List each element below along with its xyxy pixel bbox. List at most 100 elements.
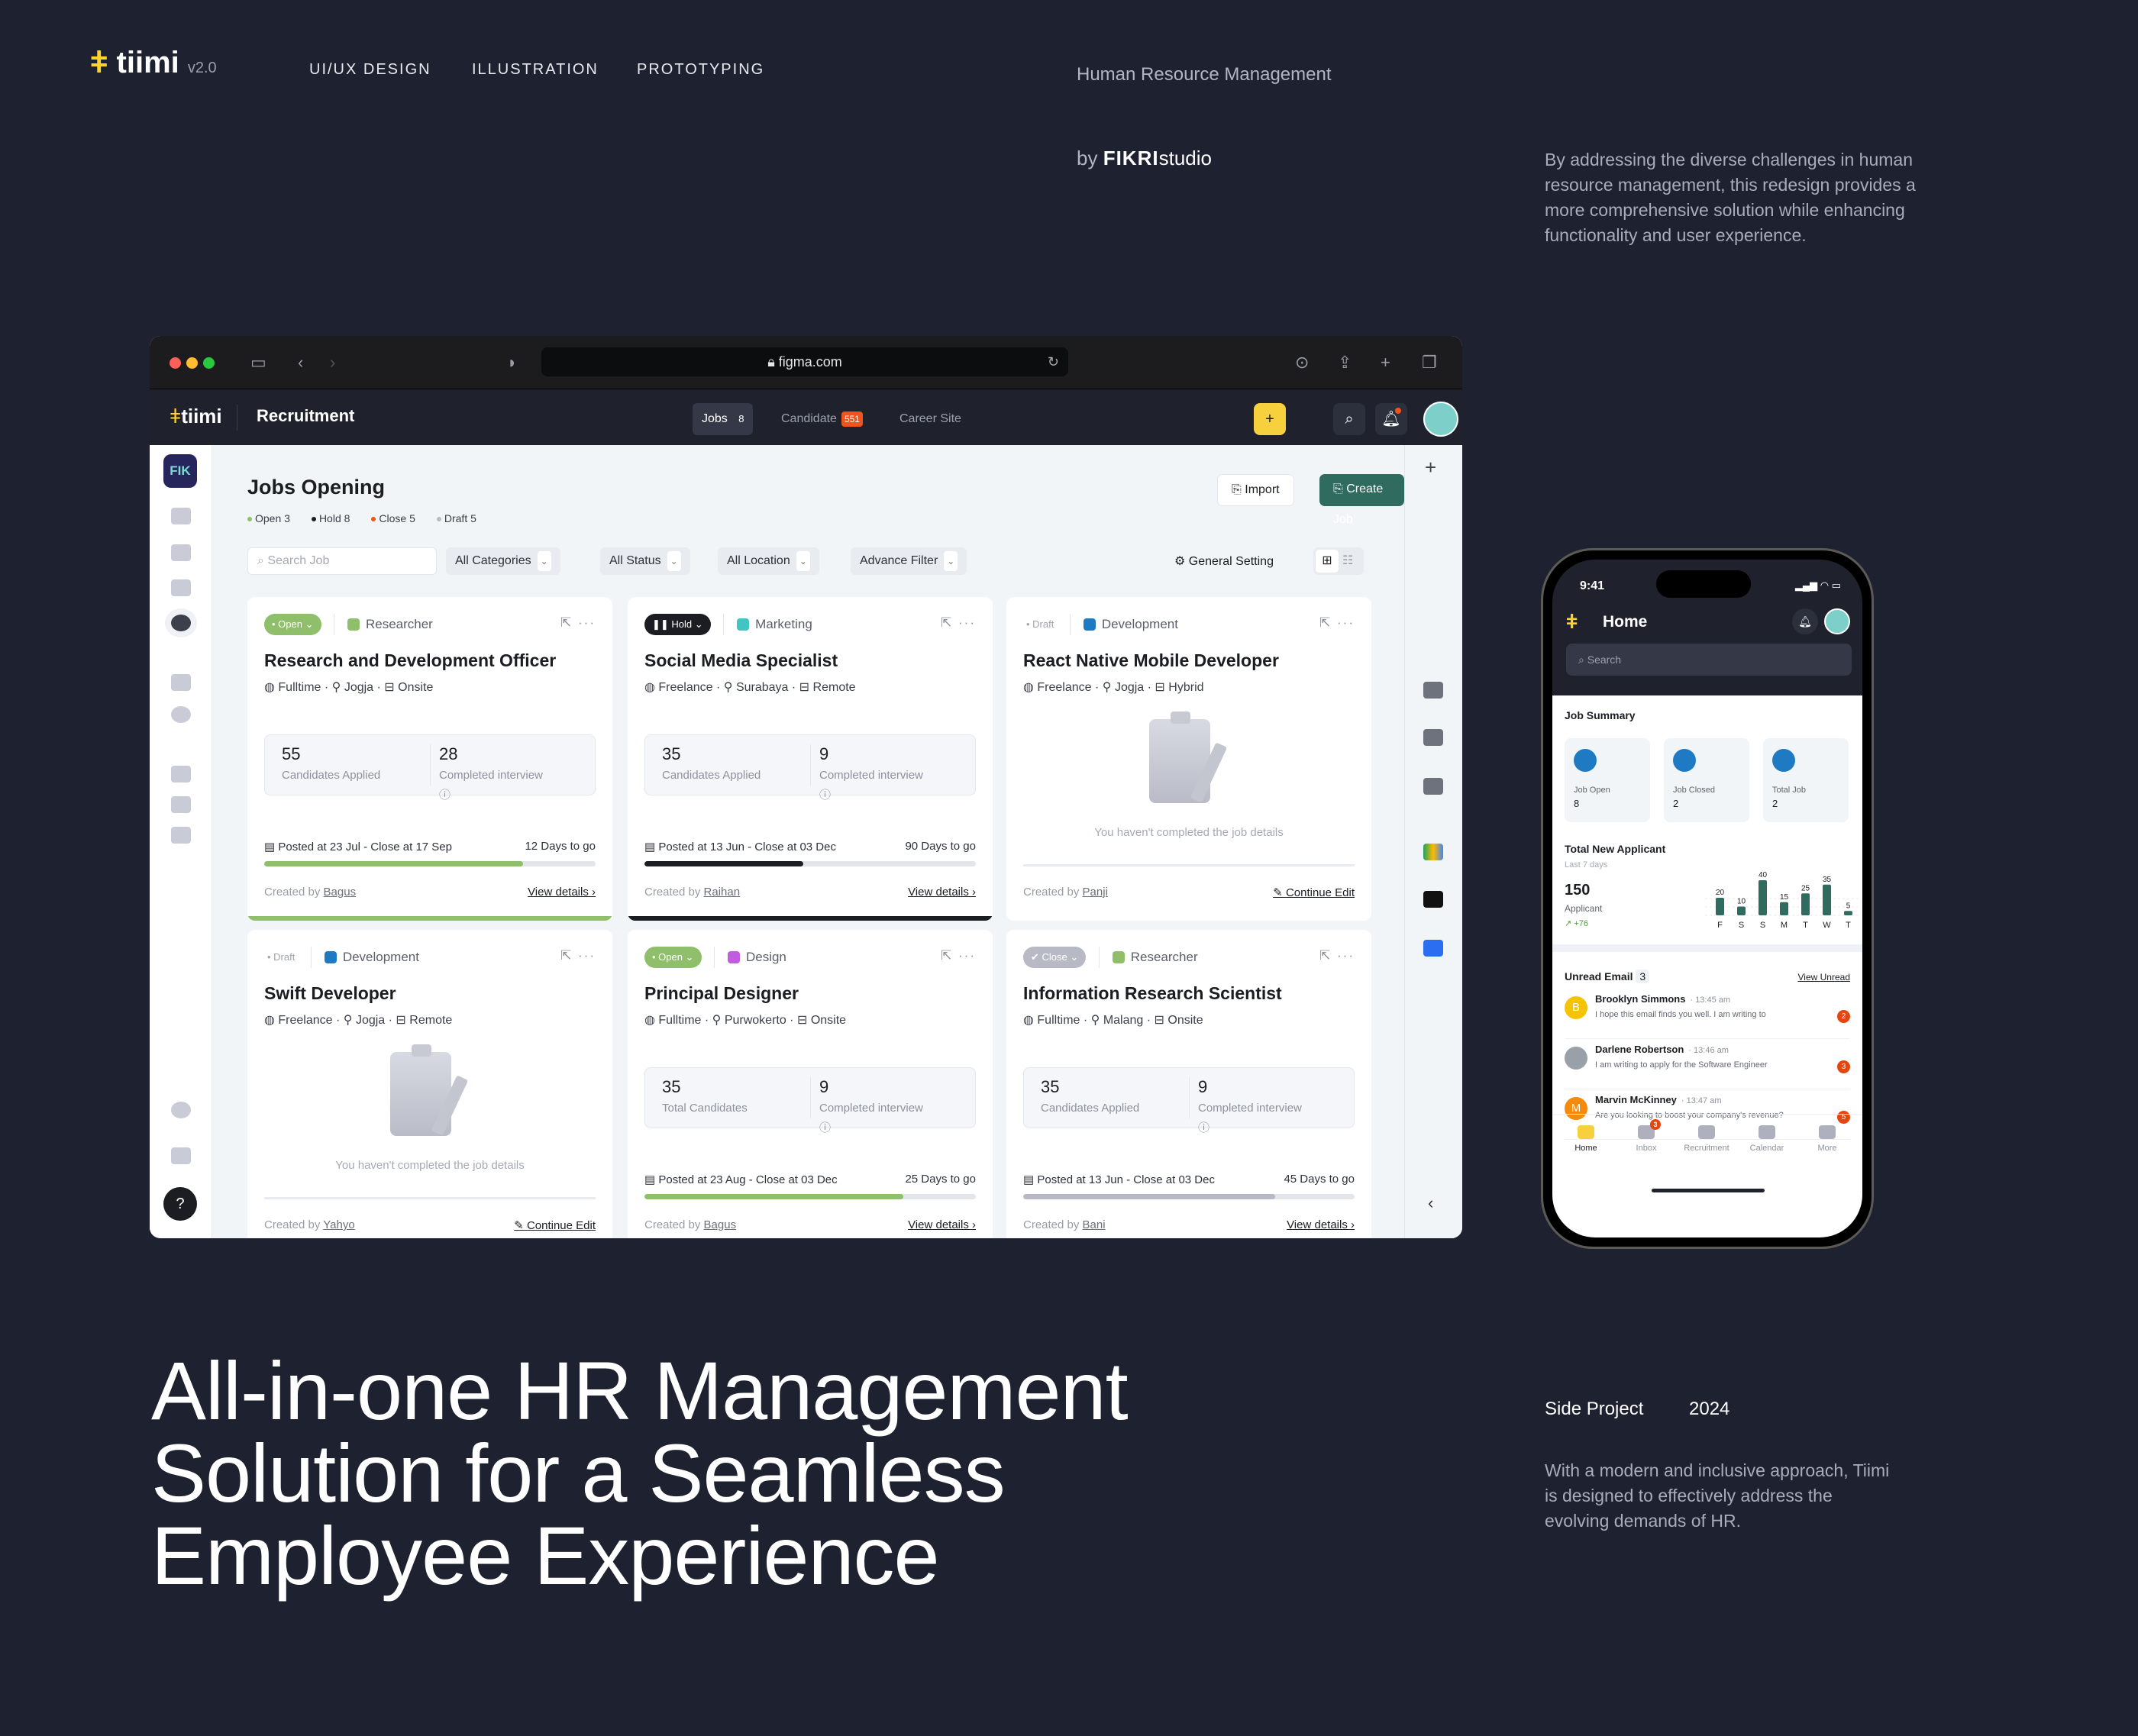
share-icon[interactable]: ⇱ (941, 948, 953, 963)
folder-icon[interactable] (1423, 778, 1443, 795)
nav-uiux[interactable]: UI/UX DESIGN (309, 61, 431, 79)
help-button[interactable]: ? (163, 1187, 197, 1221)
download-icon[interactable]: ⊙ (1295, 353, 1309, 373)
add-widget-button[interactable]: + (1425, 456, 1436, 479)
job-card[interactable]: • Draft Development ⇱ ··· Swift Develope… (247, 930, 612, 1238)
checklist-icon[interactable] (1423, 682, 1443, 699)
email-item[interactable]: Darlene Robertson · 13:46 am I am writing… (1565, 1039, 1850, 1089)
phone-search-input[interactable]: ⌕ Search (1566, 644, 1852, 676)
view-details-link[interactable]: View details › (1287, 1218, 1355, 1231)
forward-icon[interactable]: › (330, 353, 335, 373)
tile-total-job[interactable]: Total Job 2 (1763, 738, 1849, 822)
recruitment-icon[interactable] (171, 615, 191, 631)
search-job-input[interactable]: ⌕ Search Job (247, 547, 437, 575)
share-icon[interactable]: ⇱ (560, 948, 573, 963)
share-icon[interactable]: ⇱ (1319, 948, 1332, 963)
chat-icon[interactable] (171, 579, 191, 596)
status-dropdown[interactable]: • Open ⌄ (644, 947, 702, 968)
advance-filter[interactable]: Advance Filter ⌄ (851, 547, 967, 575)
more-icon[interactable]: ··· (578, 615, 596, 630)
view-unread-link[interactable]: View Unread (1798, 972, 1850, 983)
info-icon[interactable]: ⓘ (439, 786, 604, 802)
notion-icon[interactable] (1423, 891, 1443, 908)
reload-icon[interactable]: ↻ (1048, 347, 1059, 376)
attendance-icon[interactable] (171, 706, 191, 723)
job-card[interactable]: • Open ⌄ Researcher ⇱ ··· Research and D… (247, 597, 612, 921)
integration-icon[interactable] (1423, 940, 1443, 957)
close-window-button[interactable] (170, 357, 181, 369)
phone-tab-calendar[interactable]: Calendar (1738, 1125, 1796, 1153)
job-title[interactable]: Principal Designer (644, 983, 799, 1004)
payroll-icon[interactable] (171, 766, 191, 782)
email-item[interactable]: B Brooklyn Simmons · 13:45 am I hope this… (1565, 989, 1850, 1039)
more-icon[interactable]: ··· (578, 948, 596, 963)
job-title[interactable]: React Native Mobile Developer (1023, 650, 1279, 671)
location-filter[interactable]: All Location ⌄ (718, 547, 819, 575)
job-title[interactable]: Information Research Scientist (1023, 983, 1282, 1004)
site-logo[interactable]: ǂ tiimi v2.0 (90, 46, 217, 80)
home-icon[interactable] (171, 508, 191, 524)
category-filter[interactable]: All Categories ⌄ (446, 547, 560, 575)
job-card[interactable]: • Open ⌄ Design ⇱ ··· Principal Designer… (628, 930, 993, 1238)
job-card[interactable]: ✔ Close ⌄ Researcher ⇱ ··· Information R… (1006, 930, 1371, 1238)
phone-tab-recruitment[interactable]: Recruitment (1678, 1125, 1736, 1153)
nav-illustration[interactable]: ILLUSTRATION (472, 61, 599, 79)
share-icon[interactable]: ⇱ (560, 615, 573, 630)
nav-prototyping[interactable]: PROTOTYPING (637, 61, 764, 79)
phone-tab-home[interactable]: Home (1557, 1125, 1615, 1153)
maximize-window-button[interactable] (203, 357, 215, 369)
workspace-switcher[interactable]: FIK (163, 454, 197, 488)
info-icon[interactable]: ⓘ (819, 1119, 984, 1135)
job-title[interactable]: Research and Development Officer (264, 650, 556, 671)
report-icon[interactable] (171, 827, 191, 844)
company-icon[interactable] (171, 796, 191, 813)
tab-career-site[interactable]: Career Site (890, 403, 970, 435)
creator-link[interactable]: Bagus (704, 1218, 737, 1231)
tabs-overview-icon[interactable]: ❐ (1422, 353, 1437, 373)
app-logo[interactable]: ǂtiimi (170, 405, 222, 428)
more-icon[interactable]: ··· (958, 615, 976, 630)
continue-edit-link[interactable]: ✎ Continue Edit (1273, 886, 1355, 899)
add-button[interactable]: + (1254, 403, 1286, 435)
settings-icon[interactable] (171, 1102, 191, 1118)
share-icon[interactable]: ⇱ (941, 615, 953, 630)
list-view-icon[interactable]: ☷ (1342, 550, 1353, 573)
grid-view-icon[interactable]: ⊞ (1316, 550, 1339, 573)
tab-jobs[interactable]: Jobs 8 (693, 403, 754, 435)
minimize-window-button[interactable] (186, 357, 198, 369)
creator-link[interactable]: Panji (1083, 886, 1108, 899)
job-title[interactable]: Swift Developer (264, 983, 396, 1004)
view-details-link[interactable]: View details › (528, 886, 596, 899)
collapse-sidebar-button[interactable]: ‹ (1428, 1193, 1433, 1213)
status-filter[interactable]: All Status ⌄ (600, 547, 690, 575)
job-title[interactable]: Social Media Specialist (644, 650, 838, 671)
more-icon[interactable]: ··· (1337, 615, 1355, 630)
status-dropdown[interactable]: ✔ Close ⌄ (1023, 947, 1087, 968)
feedback-icon[interactable] (171, 1147, 191, 1164)
status-dropdown[interactable]: • Open ⌄ (264, 614, 321, 635)
continue-edit-link[interactable]: ✎ Continue Edit (514, 1218, 596, 1232)
creator-link[interactable]: Bagus (324, 886, 357, 899)
creator-link[interactable]: Raihan (704, 886, 741, 899)
notes-icon[interactable] (1423, 729, 1443, 746)
tile-job-closed[interactable]: Job Closed 2 (1664, 738, 1749, 822)
status-dropdown[interactable]: ❚❚ Hold ⌄ (644, 614, 711, 635)
create-job-button[interactable]: ⎘ Create Job (1319, 474, 1404, 526)
job-card[interactable]: • Draft Development ⇱ ··· React Native M… (1006, 597, 1371, 921)
more-icon[interactable]: ··· (1337, 948, 1355, 963)
import-button[interactable]: ⎘ Import (1217, 474, 1294, 506)
calendar-icon[interactable] (171, 544, 191, 561)
phone-tab-inbox[interactable]: 3 Inbox (1617, 1119, 1675, 1153)
address-bar[interactable]: 🔒︎ figma.com ↻ (541, 347, 1068, 376)
general-setting-button[interactable]: ⚙︎ General Setting (1174, 553, 1274, 569)
phone-tab-more[interactable]: More (1798, 1125, 1856, 1153)
job-card[interactable]: ❚❚ Hold ⌄ Marketing ⇱ ··· Social Media S… (628, 597, 993, 921)
new-tab-icon[interactable]: + (1381, 353, 1390, 373)
employee-icon[interactable] (171, 674, 191, 691)
avatar[interactable] (1423, 402, 1458, 437)
info-icon[interactable]: ⓘ (1198, 1119, 1363, 1135)
tile-job-open[interactable]: Job Open 8 (1565, 738, 1650, 822)
info-icon[interactable]: ⓘ (819, 786, 984, 802)
shield-icon[interactable]: ◗ (507, 353, 517, 373)
more-icon[interactable]: ··· (958, 948, 976, 963)
